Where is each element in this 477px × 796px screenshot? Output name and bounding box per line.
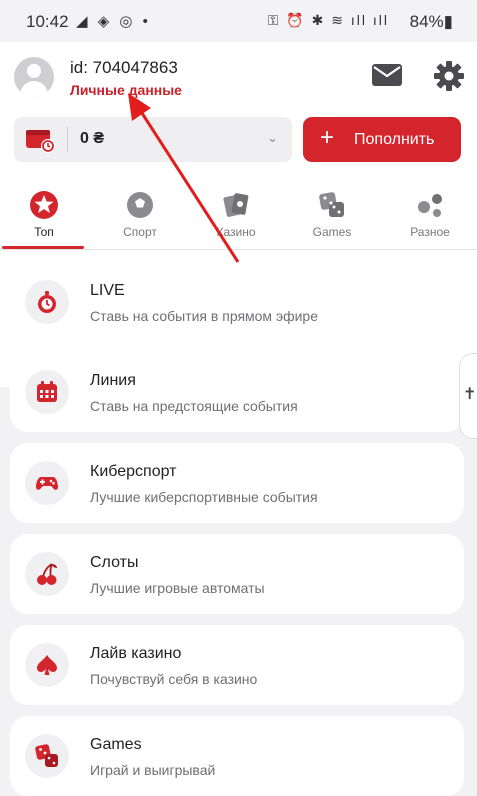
tab-misc[interactable]: Разное xyxy=(386,187,474,247)
menu-card-line[interactable]: Линия Ставь на предстоящие события xyxy=(10,352,464,432)
gear-icon[interactable] xyxy=(433,60,465,92)
gamepad-icon xyxy=(36,477,58,490)
card-title: Games xyxy=(90,736,142,753)
card-subtitle: Ставь на предстоящие события xyxy=(90,398,298,414)
card-title: LIVE xyxy=(90,282,125,299)
tab-label: Казино xyxy=(216,225,256,239)
status-bar: 10:42 ◢ ◈ ◎ • ⚿ ⏰ ✱ ≋ ıll ıll 84%▮ xyxy=(0,0,477,42)
deposit-label: Пополнить xyxy=(354,131,435,148)
card-title: Линия xyxy=(90,372,136,389)
calendar-icon xyxy=(37,381,57,402)
user-id: id: 704047863 xyxy=(70,58,178,77)
cherries-icon xyxy=(37,563,57,585)
dice-icon xyxy=(35,744,58,767)
card-icon-wrap xyxy=(25,280,69,324)
dots-icon xyxy=(418,194,442,217)
accessibility-icon: ✝ xyxy=(463,386,477,403)
card-icon-wrap xyxy=(25,643,69,687)
card-icon-wrap xyxy=(25,370,69,414)
soccer-ball-icon xyxy=(127,192,153,218)
wallet-icon xyxy=(26,130,55,153)
card-title: Киберспорт xyxy=(90,463,177,480)
tab-label: Разное xyxy=(410,225,450,239)
avatar-body xyxy=(20,81,48,97)
tab-casino[interactable]: Казино xyxy=(192,187,280,247)
tab-label: Games xyxy=(312,225,352,239)
avatar[interactable] xyxy=(14,57,54,97)
stopwatch-icon xyxy=(38,291,56,313)
tab-label: Спорт xyxy=(123,225,157,239)
tab-games[interactable]: Games xyxy=(288,187,376,247)
plus-icon: + xyxy=(320,124,335,151)
card-subtitle: Лучшие киберспортивные события xyxy=(90,489,318,505)
battery-indicator: 84%▮ xyxy=(409,12,453,31)
menu-card-esports[interactable]: Киберспорт Лучшие киберспортивные событи… xyxy=(10,443,464,523)
category-tabs: Топ Спорт Казино Games Разное xyxy=(0,187,477,249)
notification-icons: ◢ ◈ ◎ • xyxy=(76,13,151,30)
deposit-button[interactable]: + Пополнить xyxy=(303,117,461,162)
card-icon-wrap xyxy=(25,461,69,505)
card-subtitle: Играй и выигрывай xyxy=(90,762,216,778)
balance-amount: 0 ₴ xyxy=(80,130,105,147)
tab-sport[interactable]: Спорт xyxy=(96,187,184,247)
tabs-divider xyxy=(0,249,477,250)
card-subtitle: Почувствуй себя в казино xyxy=(90,671,258,687)
accessibility-tab[interactable]: ✝ xyxy=(459,353,477,439)
avatar-head xyxy=(27,64,41,78)
card-title: Слоты xyxy=(90,554,139,571)
menu-card-games[interactable]: Games Играй и выигрывай xyxy=(10,716,464,796)
menu-card-live[interactable]: LIVE Ставь на события в прямом эфире xyxy=(10,262,464,342)
status-time: 10:42 xyxy=(26,12,69,31)
card-subtitle: Лучшие игровые автоматы xyxy=(90,580,265,596)
system-icons: ⚿ ⏰ ✱ ≋ ıll ıll xyxy=(267,12,389,28)
card-subtitle: Ставь на события в прямом эфире xyxy=(90,308,319,324)
dice-icon xyxy=(319,192,344,217)
card-title: Лайв казино xyxy=(90,645,182,662)
balance-selector[interactable]: 0 ₴ ⌄ xyxy=(14,117,292,162)
personal-data-link[interactable]: Личные данные xyxy=(70,82,182,98)
mail-icon[interactable] xyxy=(372,64,402,86)
tab-top[interactable]: Топ xyxy=(0,187,88,249)
balance-divider xyxy=(67,127,68,152)
chevron-down-icon: ⌄ xyxy=(267,130,278,145)
star-badge-icon xyxy=(30,191,58,219)
card-icon-wrap xyxy=(25,734,69,778)
spade-icon xyxy=(37,655,57,675)
menu-card-slots[interactable]: Слоты Лучшие игровые автоматы xyxy=(10,534,464,614)
card-icon-wrap xyxy=(25,552,69,596)
menu-card-live-casino[interactable]: Лайв казино Почувствуй себя в казино xyxy=(10,625,464,705)
tab-label: Топ xyxy=(34,225,54,239)
cards-icon xyxy=(223,193,249,217)
